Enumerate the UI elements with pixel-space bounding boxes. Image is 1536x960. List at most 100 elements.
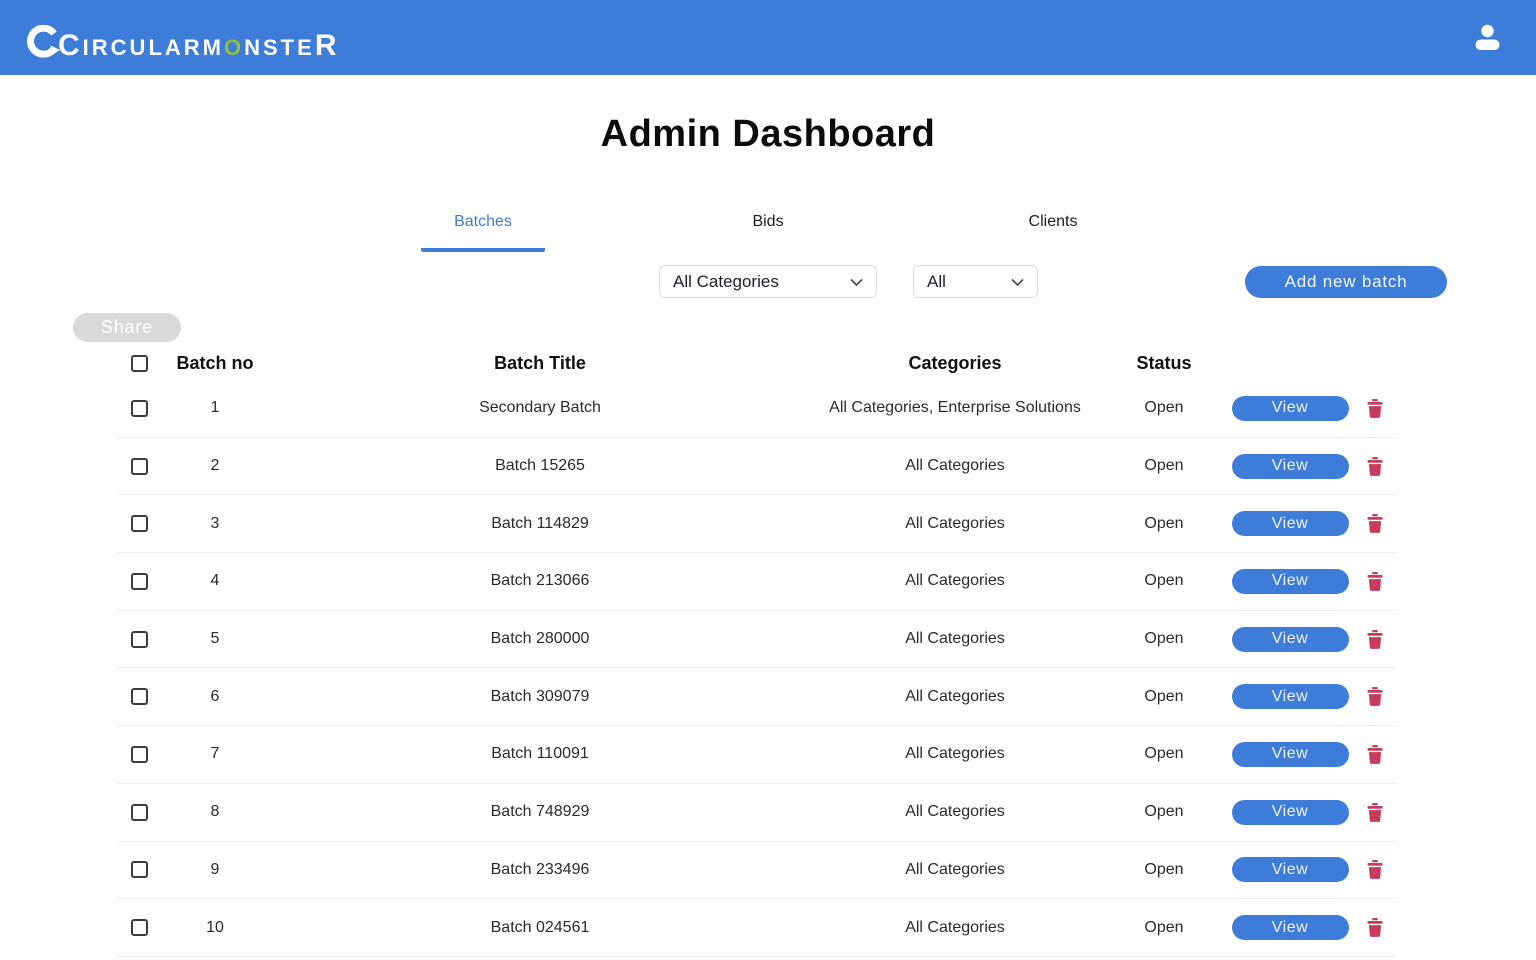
status-cell: Open xyxy=(1144,860,1184,878)
column-header-status: Status xyxy=(1136,352,1192,373)
view-button[interactable]: View xyxy=(1231,568,1349,594)
table-row: 2 Batch 15265 All Categories Open View xyxy=(118,438,1397,496)
batch-no-cell: 5 xyxy=(210,630,220,648)
categories-cell: All Categories xyxy=(905,572,1005,590)
batch-no-cell: 7 xyxy=(210,745,220,763)
circularmonster-logo: C IRCULARM O NSTE R xyxy=(26,0,339,75)
row-checkbox[interactable] xyxy=(130,630,148,648)
batch-no-cell: 9 xyxy=(210,860,220,878)
user-icon xyxy=(1471,24,1504,57)
table-row: 6 Batch 309079 All Categories Open View xyxy=(118,668,1397,727)
row-checkbox[interactable] xyxy=(130,688,148,706)
delete-button[interactable] xyxy=(1366,918,1383,940)
trash-icon xyxy=(1366,802,1383,825)
row-checkbox[interactable] xyxy=(130,745,148,763)
categories-cell: All Categories xyxy=(905,860,1005,878)
trash-icon xyxy=(1366,456,1383,479)
view-button[interactable]: View xyxy=(1231,511,1349,537)
table-row: 5 Batch 280000 All Categories Open View xyxy=(118,611,1397,669)
trash-icon xyxy=(1366,571,1383,594)
batch-title-cell: Batch 110091 xyxy=(491,745,589,763)
tab-batches[interactable]: Batches xyxy=(341,209,626,252)
view-button[interactable]: View xyxy=(1231,799,1349,825)
categories-cell: All Categories xyxy=(905,745,1005,763)
categories-cell: All Categories, Enterprise Solutions xyxy=(829,399,1081,417)
batch-no-cell: 4 xyxy=(210,572,220,590)
batch-title-cell: Batch 280000 xyxy=(490,630,590,648)
row-checkbox[interactable] xyxy=(130,919,148,937)
batch-no-cell: 8 xyxy=(210,803,220,821)
batch-title-cell: Batch 309079 xyxy=(490,687,590,705)
top-navigation-bar: C IRCULARM O NSTE R xyxy=(0,0,1536,75)
table-row: 9 Batch 233496 All Categories Open View xyxy=(118,842,1397,900)
row-checkbox[interactable] xyxy=(130,572,148,590)
trash-icon xyxy=(1366,629,1383,652)
add-new-batch-button[interactable]: Add new batch xyxy=(1245,266,1447,298)
tab-bids-label: Bids xyxy=(752,213,784,230)
table-row: 8 Batch 748929 All Categories Open View xyxy=(118,784,1397,842)
logo-text-c: C xyxy=(58,28,83,62)
column-header-batch-no: Batch no xyxy=(176,352,254,373)
row-checkbox[interactable] xyxy=(130,803,148,821)
table-header-row: Batch no Batch Title Categories Status xyxy=(118,346,1397,380)
delete-button[interactable] xyxy=(1366,860,1383,880)
tab-bids[interactable]: Bids xyxy=(626,209,911,252)
table-row: 3 Batch 114829 All Categories Open View xyxy=(118,495,1397,554)
trash-icon xyxy=(1366,744,1383,767)
circular-arrow-c-icon xyxy=(26,4,60,79)
share-button[interactable]: Share xyxy=(73,313,181,342)
logo-text-r: R xyxy=(314,28,340,62)
user-profile-button[interactable] xyxy=(1471,21,1504,54)
delete-button[interactable] xyxy=(1366,629,1383,652)
delete-button[interactable] xyxy=(1366,571,1383,594)
batch-title-cell: Batch 114829 xyxy=(491,514,589,532)
table-row: 4 Batch 213066 All Categories Open View xyxy=(118,553,1397,611)
tab-clients[interactable]: Clients xyxy=(911,209,1196,252)
batch-no-cell: 1 xyxy=(210,399,220,417)
chevron-down-icon xyxy=(1011,272,1024,292)
table-row: 1 Secondary Batch All Categories, Enterp… xyxy=(118,380,1397,438)
status-cell: Open xyxy=(1144,457,1184,475)
batch-title-cell: Batch 213066 xyxy=(490,572,590,590)
tab-bar: Batches Bids Clients xyxy=(0,209,1536,252)
category-filter-value: All Categories xyxy=(673,271,779,291)
delete-button[interactable] xyxy=(1366,398,1383,421)
view-button[interactable]: View xyxy=(1231,741,1349,767)
view-button[interactable]: View xyxy=(1231,684,1349,710)
row-checkbox[interactable] xyxy=(130,861,148,879)
select-all-checkbox[interactable] xyxy=(130,354,148,372)
view-button[interactable]: View xyxy=(1231,395,1349,421)
category-filter-select[interactable]: All Categories xyxy=(659,265,877,298)
trash-icon xyxy=(1366,687,1383,709)
column-header-batch-title: Batch Title xyxy=(494,352,586,373)
view-button[interactable]: View xyxy=(1231,453,1349,479)
batch-title-cell: Batch 15265 xyxy=(495,457,585,475)
delete-button[interactable] xyxy=(1366,687,1383,709)
table-body: 1 Secondary Batch All Categories, Enterp… xyxy=(118,380,1397,957)
trash-icon xyxy=(1366,398,1383,421)
batch-no-cell: 10 xyxy=(206,918,224,936)
trash-icon xyxy=(1366,918,1383,940)
status-cell: Open xyxy=(1144,918,1184,936)
delete-button[interactable] xyxy=(1366,744,1383,767)
view-button[interactable]: View xyxy=(1231,915,1349,941)
tab-batches-label: Batches xyxy=(421,209,545,252)
view-button[interactable]: View xyxy=(1231,857,1349,883)
row-checkbox[interactable] xyxy=(130,457,148,475)
categories-cell: All Categories xyxy=(905,803,1005,821)
logo-text-mid2: NSTE xyxy=(244,34,315,60)
batch-title-cell: Batch 748929 xyxy=(490,803,590,821)
row-checkbox[interactable] xyxy=(130,399,148,417)
row-checkbox[interactable] xyxy=(130,515,148,533)
status-cell: Open xyxy=(1144,399,1184,417)
delete-button[interactable] xyxy=(1366,514,1383,534)
delete-button[interactable] xyxy=(1366,802,1383,825)
view-button[interactable]: View xyxy=(1231,626,1349,652)
status-cell: Open xyxy=(1144,572,1184,590)
table-row: 7 Batch 110091 All Categories Open View xyxy=(118,726,1397,784)
status-filter-value: All xyxy=(927,271,946,291)
status-filter-select[interactable]: All xyxy=(913,265,1038,298)
column-header-categories: Categories xyxy=(908,352,1002,373)
delete-button[interactable] xyxy=(1366,456,1383,479)
tab-clients-label: Clients xyxy=(1028,213,1078,230)
